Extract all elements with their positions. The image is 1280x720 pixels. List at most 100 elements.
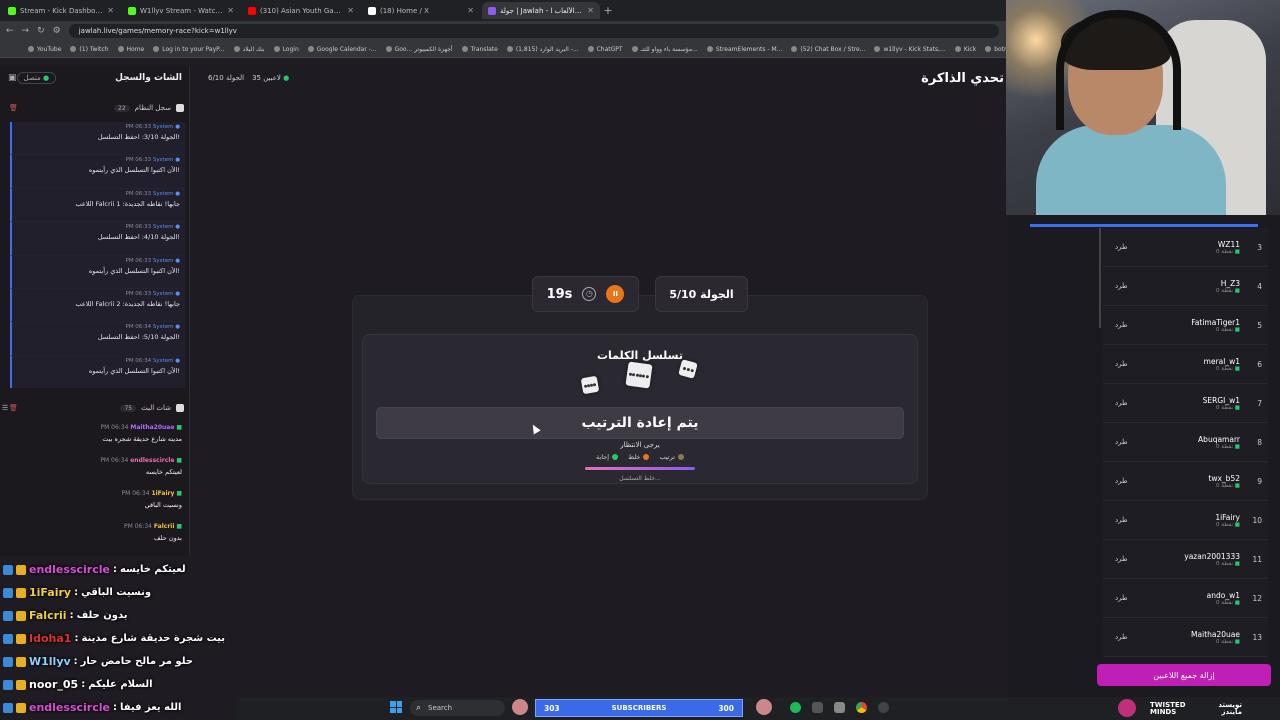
system-log-count: 22 bbox=[114, 104, 130, 112]
close-icon[interactable]: ✕ bbox=[467, 6, 474, 15]
filter-icon[interactable]: ☰ bbox=[2, 404, 8, 412]
overlay-chat-line: 1iFairy: ونسيت الباقي bbox=[0, 581, 236, 604]
bookmark-item[interactable]: بنك البلاد bbox=[233, 46, 265, 53]
kick-player-button[interactable]: طرد bbox=[1115, 243, 1128, 251]
player-points: 0 نقطة ■ bbox=[1216, 560, 1240, 567]
browser-tab[interactable]: (310) Asian Youth Games S ✕ bbox=[242, 2, 360, 19]
browser-tab[interactable]: (18) Home / X ✕ bbox=[362, 2, 480, 19]
spotify-icon[interactable] bbox=[790, 702, 801, 713]
stream-chat-list[interactable]: PM 06:34 Maitha20uae ■ مدينه شارع حديقة ش… bbox=[0, 424, 190, 554]
kick-player-button[interactable]: طرد bbox=[1115, 594, 1128, 602]
mascot-icon bbox=[756, 699, 772, 715]
app-icon[interactable] bbox=[812, 702, 823, 713]
overlay-username: noor_05 bbox=[29, 678, 79, 691]
dice-icon bbox=[625, 361, 653, 389]
bookmark-label: Translate bbox=[470, 45, 498, 53]
bookmark-label: ChatGPT bbox=[596, 45, 623, 53]
kick-player-button[interactable]: طرد bbox=[1115, 438, 1128, 446]
close-icon[interactable]: ✕ bbox=[587, 6, 594, 15]
bookmark-item[interactable]: مؤسسة باء وواو للتنـ... bbox=[631, 46, 698, 53]
bookmark-item[interactable]: YouTube bbox=[28, 46, 61, 53]
bookmark-icon bbox=[985, 46, 992, 52]
trash-icon[interactable]: 🗑 bbox=[9, 404, 18, 412]
log-meta: PM 06:34 System ● bbox=[125, 357, 181, 364]
bookmark-item[interactable]: Login bbox=[273, 46, 299, 53]
site-info-icon[interactable]: ⚙ bbox=[53, 26, 61, 36]
bookmark-item[interactable]: Goo... أجهزة الكمبيوتر bbox=[385, 46, 453, 53]
log-meta: PM 06:33 System ● bbox=[125, 190, 181, 197]
bookmark-item[interactable]: ChatGPT bbox=[587, 45, 623, 53]
close-icon[interactable]: ✕ bbox=[227, 6, 234, 15]
player-rank: 11 bbox=[1252, 554, 1262, 564]
kick-player-button[interactable]: طرد bbox=[1115, 555, 1128, 563]
reload-icon[interactable]: ↻ bbox=[37, 26, 45, 36]
kick-player-button[interactable]: طرد bbox=[1115, 282, 1128, 290]
new-tab-button[interactable]: + bbox=[600, 4, 616, 17]
badge-icon bbox=[3, 656, 13, 667]
bookmark-item[interactable]: Google Calendar -... bbox=[307, 46, 377, 53]
bookmark-item[interactable]: Kick bbox=[954, 46, 976, 53]
bookmark-item[interactable]: Log in to your PayP... bbox=[153, 46, 225, 53]
bookmark-icon bbox=[706, 46, 713, 52]
phase-progress-bar bbox=[585, 467, 695, 470]
kick-player-button[interactable]: طرد bbox=[1115, 516, 1128, 524]
windows-start-icon[interactable] bbox=[390, 701, 402, 713]
close-icon[interactable]: ✕ bbox=[347, 6, 354, 15]
bookmark-icon bbox=[153, 46, 160, 52]
kick-player-button[interactable]: طرد bbox=[1115, 321, 1128, 329]
browser-tab[interactable]: W1llyv Stream - Watch Live on ✕ bbox=[122, 2, 240, 19]
badge-icon bbox=[16, 564, 26, 575]
bookmark-item[interactable]: (1,815) البريد الوارد -... bbox=[506, 45, 579, 53]
forward-icon[interactable]: → bbox=[22, 26, 30, 36]
overlay-username: Falcrii bbox=[29, 609, 67, 622]
app-icon[interactable] bbox=[878, 702, 889, 713]
overlay-chat-line: endlesscircle: الله يعز فيفا bbox=[0, 696, 236, 719]
bookmark-item[interactable]: w1llyv - Kick Stats,... bbox=[874, 46, 946, 53]
system-log-entry: PM 06:34 System ● الآن اكتبوا التسلسل الذ… bbox=[10, 355, 186, 388]
close-icon[interactable]: ✕ bbox=[107, 6, 114, 15]
bookmark-item[interactable]: StreamElements - M... bbox=[706, 45, 783, 53]
overlay-username: 1iFairy bbox=[29, 586, 72, 599]
kick-player-button[interactable]: طرد bbox=[1115, 633, 1128, 641]
bookmark-icon bbox=[307, 46, 314, 52]
pause-button[interactable]: II bbox=[606, 285, 625, 303]
dice-icon bbox=[580, 375, 600, 395]
browser-tab[interactable]: Stream - Kick Dashboard ✕ bbox=[2, 2, 120, 19]
back-icon[interactable]: ← bbox=[6, 26, 14, 36]
player-name: meral_w1 bbox=[1203, 356, 1240, 366]
remove-all-players-button[interactable]: إزالة جميع اللاعبين bbox=[1097, 664, 1271, 686]
bookmark-label: (1,815) البريد الوارد -... bbox=[515, 45, 579, 53]
player-row: طرد 1iFairy 0 نقطة ■ 10 bbox=[1103, 501, 1268, 540]
player-row: طرد meral_w1 0 نقطة ■ 6 bbox=[1103, 345, 1268, 384]
overlay-message: بيت شجرة حديقة شارع مدينة bbox=[81, 633, 225, 644]
bookmark-item[interactable]: (52) Chat Box / Stre... bbox=[791, 46, 865, 53]
bookmark-item[interactable]: (1) Twitch bbox=[70, 46, 109, 53]
browser-tab-active[interactable]: جولة | Jawlah - منصة الألعاب ا ✕ bbox=[482, 2, 600, 19]
overlay-message: الله يعز فيفا bbox=[119, 702, 182, 713]
kick-player-button[interactable]: طرد bbox=[1115, 477, 1128, 485]
taskbar-search[interactable]: Search bbox=[410, 700, 505, 716]
bookmark-item[interactable]: Home bbox=[117, 46, 144, 53]
kick-player-button[interactable]: طرد bbox=[1115, 360, 1128, 368]
game-status-bar: الجولة 6/10 35 لاعبين ● bbox=[208, 74, 289, 82]
bookmark-label: StreamElements - M... bbox=[715, 45, 783, 53]
log-text: الآن اكتبوا التسلسل الذي رأيتموه! bbox=[88, 366, 180, 375]
webcam-overlay bbox=[1006, 0, 1280, 215]
chrome-icon[interactable] bbox=[856, 702, 867, 713]
badge-icon bbox=[16, 587, 26, 598]
url-field[interactable]: jawlah.live/games/memory-race?kick=w1lly… bbox=[68, 24, 999, 38]
app-icon[interactable] bbox=[834, 702, 845, 713]
bookmark-icon bbox=[874, 46, 881, 52]
bookmark-icon bbox=[631, 46, 638, 52]
tab-title: Stream - Kick Dashboard bbox=[20, 6, 104, 15]
kick-player-button[interactable]: طرد bbox=[1115, 399, 1128, 407]
bookmark-label: (52) Chat Box / Stre... bbox=[800, 45, 866, 53]
connection-status-badge: متصل ● bbox=[16, 72, 57, 84]
badge-icon bbox=[16, 656, 26, 667]
log-meta: PM 06:34 System ● bbox=[125, 324, 181, 331]
trash-icon[interactable]: 🗑 bbox=[9, 104, 18, 112]
players-scrollbar[interactable] bbox=[1099, 228, 1101, 328]
collapse-panel-icon[interactable]: ▣ bbox=[8, 73, 17, 83]
system-log-list[interactable]: PM 06:33 System ● الجولة 3/10: احفظ التسل… bbox=[10, 122, 186, 388]
bookmark-item[interactable]: Translate bbox=[461, 45, 498, 53]
